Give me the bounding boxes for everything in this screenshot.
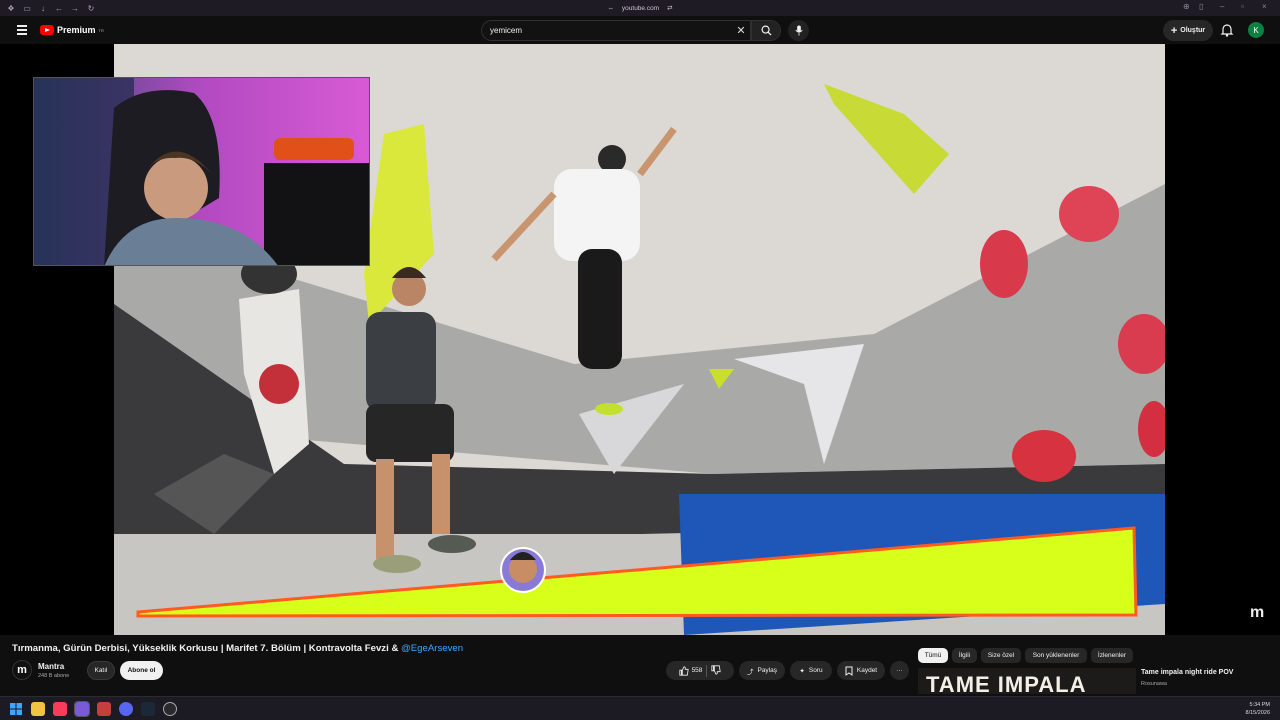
sparkle-icon: ✦: [799, 667, 805, 675]
youtube-play-icon: [40, 25, 54, 35]
ask-label: Soru: [808, 667, 823, 674]
recommendation-title[interactable]: Tame impala night ride POV: [1141, 669, 1233, 676]
red-hold-mid: [980, 230, 1028, 298]
share-label: Paylaş: [757, 667, 777, 674]
file-explorer-icon[interactable]: [31, 702, 45, 716]
video-player[interactable]: m: [0, 44, 1280, 635]
microphone-icon: [794, 25, 803, 36]
minimize-icon[interactable]: –: [1220, 2, 1224, 11]
search-button[interactable]: [751, 20, 781, 41]
account-initial: K: [1253, 25, 1259, 35]
thumbs-up-icon: [678, 665, 689, 676]
youtube-header: Premium TR yemicem ✕ + Oluştur K: [0, 16, 1280, 44]
site-info-icon[interactable]: ⇔: [607, 5, 614, 12]
more-icon: ···: [896, 667, 903, 674]
reload-icon[interactable]: ↻: [86, 3, 96, 13]
guide-menu-button[interactable]: [14, 22, 30, 38]
video-title-text: Tırmanma, Gürün Derbisi, Yükseklik Korku…: [12, 643, 402, 654]
save-button[interactable]: Kaydet: [837, 661, 885, 680]
close-window-icon[interactable]: ×: [1262, 2, 1267, 11]
desk: [264, 163, 369, 265]
steam-icon[interactable]: [141, 702, 155, 716]
red-hold-right: [1059, 186, 1119, 242]
chip-watched[interactable]: İzlenenler: [1091, 648, 1133, 663]
dislike-button[interactable]: [711, 664, 722, 677]
clear-search-icon[interactable]: ✕: [734, 23, 748, 37]
video-title: Tırmanma, Gürün Derbisi, Yükseklik Korku…: [12, 643, 463, 654]
browser-toolbar: ❖ ▭ ↓ ← → ↻ ⇔ youtube.com ⇄ ⊕ ▯ – ▫ ×: [0, 0, 1280, 16]
start-icon[interactable]: [9, 702, 23, 716]
music-app-icon[interactable]: [53, 702, 67, 716]
search-icon: [761, 25, 772, 36]
create-label: Oluştur: [1180, 27, 1206, 34]
channel-watermark[interactable]: m: [1250, 604, 1264, 622]
chip-all[interactable]: Tümü: [918, 648, 948, 663]
search-query: yemicem: [490, 26, 523, 35]
recommendation-channel[interactable]: Rosunawa: [1141, 681, 1167, 687]
subscriber-count: 248 B abone: [38, 673, 70, 679]
webcam-scene: [34, 78, 369, 265]
extensions-icon[interactable]: ⊕: [1183, 2, 1190, 11]
red-hold: [259, 364, 299, 404]
thumbnail-text: TAME IMPALA: [926, 672, 1087, 694]
workspaces-icon[interactable]: ❖: [6, 3, 16, 13]
streamer-face: [144, 156, 208, 220]
share-icon: ⤴: [746, 668, 754, 676]
like-divider: [706, 664, 708, 677]
address-bar[interactable]: ⇔ youtube.com ⇄: [590, 2, 690, 14]
bookmark-icon: [845, 666, 853, 676]
title-mention-link[interactable]: @EgeArseven: [401, 643, 463, 654]
globe-icon[interactable]: [163, 702, 177, 716]
back-icon[interactable]: ←: [54, 3, 64, 13]
more-actions-button[interactable]: ···: [890, 661, 909, 680]
channel-avatar[interactable]: m: [12, 660, 32, 680]
subscribe-button[interactable]: Abone ol: [120, 661, 163, 680]
system-clock[interactable]: 5:34 PM 8/15/2026: [1246, 701, 1270, 717]
recommendation-thumbnail[interactable]: TAME IMPALA: [918, 668, 1136, 694]
clock-date: 8/15/2026: [1245, 710, 1270, 716]
voice-search-button[interactable]: [788, 20, 809, 41]
create-button[interactable]: + Oluştur: [1163, 20, 1213, 41]
ask-button[interactable]: ✦ Soru: [790, 661, 832, 680]
logo-text: Premium: [57, 25, 96, 35]
webcam-overlay: [33, 77, 370, 266]
forward-icon[interactable]: →: [70, 3, 80, 13]
browser-app-icon[interactable]: [74, 701, 90, 717]
split-view-icon[interactable]: ▯: [1199, 2, 1203, 11]
channel-avatar-letter: m: [17, 664, 27, 676]
microphone-light: [274, 138, 354, 160]
windows-taskbar: 5:34 PM 8/15/2026: [0, 696, 1280, 720]
save-label: Kaydet: [856, 667, 878, 674]
clock-time: 5:34 PM: [1249, 702, 1270, 708]
chip-related[interactable]: İlgili: [952, 648, 977, 663]
chip-recent-uploads[interactable]: Son yüklenenler: [1025, 648, 1087, 663]
red-hold-low: [1012, 430, 1076, 482]
plus-icon: +: [1170, 24, 1178, 37]
join-button[interactable]: Katıl: [87, 661, 115, 680]
notifications-button[interactable]: [1219, 22, 1235, 38]
search-input[interactable]: yemicem: [481, 20, 751, 41]
thumbs-down-icon: [711, 664, 722, 675]
chip-for-you[interactable]: Size özel: [981, 648, 1021, 663]
country-code: TR: [98, 27, 104, 33]
like-count: 558: [691, 667, 703, 674]
url-text: youtube.com: [621, 4, 660, 12]
channel-name[interactable]: Mantra: [38, 662, 64, 671]
share-button[interactable]: ⤴ Paylaş: [739, 661, 785, 680]
like-button[interactable]: 558: [678, 665, 703, 676]
maximize-icon[interactable]: ▫: [1241, 2, 1244, 11]
share-page-icon[interactable]: ⇄: [667, 4, 672, 12]
sidebar-icon[interactable]: ▭: [22, 3, 32, 13]
media-app-icon[interactable]: [97, 702, 111, 716]
youtube-logo[interactable]: Premium TR: [40, 25, 104, 35]
account-avatar[interactable]: K: [1248, 22, 1264, 38]
download-icon[interactable]: ↓: [38, 3, 48, 13]
discord-icon[interactable]: [119, 702, 133, 716]
bell-icon: [1220, 24, 1234, 37]
like-dislike-group: 558: [666, 661, 734, 680]
